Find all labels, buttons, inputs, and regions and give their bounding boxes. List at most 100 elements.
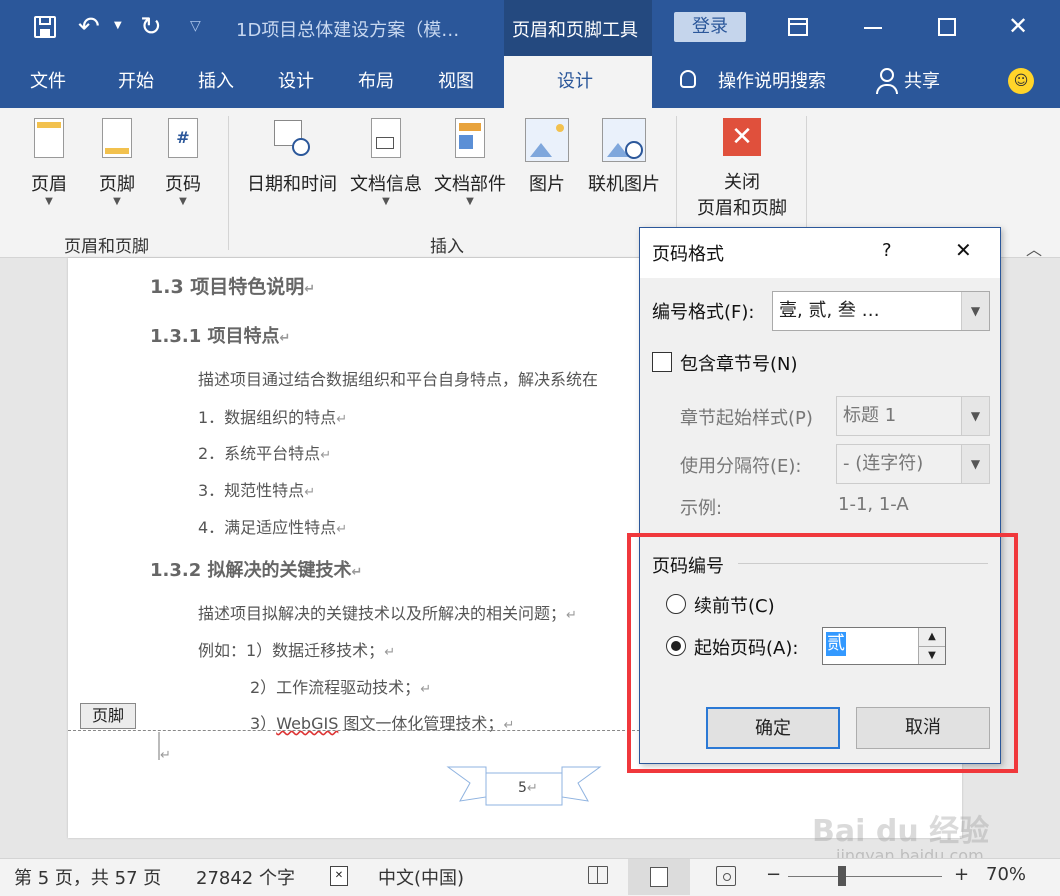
page-number-icon: #	[168, 118, 198, 158]
baidu-watermark-line1: Bai du 经验	[812, 814, 990, 849]
close-hf-label-1: 关闭	[724, 172, 760, 193]
chevron-down-icon: ▼	[382, 196, 390, 207]
group-label-header-footer: 页眉和页脚	[64, 237, 149, 257]
paragraph-text: 描述项目拟解决的关键技术以及所解决的相关问题；	[198, 604, 567, 623]
help-icon[interactable]: ?	[882, 240, 892, 261]
status-language[interactable]: 中文(中国)	[378, 864, 464, 890]
paragraph-mark: ↵	[304, 282, 316, 297]
quick-parts-label: 文档部件	[434, 174, 506, 195]
number-format-label: 编号格式(F):	[652, 302, 755, 323]
tab-insert[interactable]: 插入	[198, 56, 234, 108]
picture-button[interactable]: 图片	[522, 118, 572, 196]
chevron-down-icon: ▼	[961, 397, 989, 435]
web-layout-icon[interactable]	[716, 866, 736, 886]
tab-home[interactable]: 开始	[118, 56, 154, 108]
highlight-box	[627, 533, 1018, 773]
paragraph-mark: ↵	[320, 448, 332, 463]
list-item[interactable]: 2．系统平台特点↵	[198, 440, 331, 464]
redo-icon[interactable]: ↻	[140, 12, 162, 42]
heading-1-3-2[interactable]: 1.3.2 拟解决的关键技术↵	[150, 556, 362, 582]
include-chapter-label[interactable]: 包含章节号(N)	[680, 350, 798, 376]
status-page[interactable]: 第 5 页，共 57 页	[14, 864, 161, 890]
smiley-icon[interactable]: ☺	[1008, 68, 1034, 94]
list-item[interactable]: 4．满足适应性特点↵	[198, 514, 347, 538]
undo-icon[interactable]: ↶	[78, 12, 100, 42]
proofing-icon[interactable]: ✕	[330, 866, 348, 886]
chevron-down-icon: ▼	[179, 196, 187, 207]
date-time-button[interactable]: 日期和时间	[244, 118, 340, 196]
paragraph-text: 例如：1）数据迁移技术；	[198, 641, 385, 660]
doc-info-icon	[371, 118, 401, 158]
list-item[interactable]: 3．规范性特点↵	[198, 477, 315, 501]
tab-file[interactable]: 文件	[30, 56, 66, 108]
zoom-slider-thumb[interactable]	[838, 866, 846, 886]
calendar-clock-icon	[274, 118, 310, 158]
collapse-ribbon-icon[interactable]: ︿	[1026, 236, 1042, 260]
tab-layout[interactable]: 布局	[358, 56, 394, 108]
example-value: 1-1, 1-A	[838, 494, 909, 515]
save-icon[interactable]	[34, 16, 56, 38]
lightbulb-icon[interactable]	[680, 70, 696, 88]
zoom-level[interactable]: 70%	[986, 864, 1026, 885]
list-text: 4．满足适应性特点	[198, 518, 337, 537]
ribbon-display-options-icon[interactable]	[788, 18, 808, 36]
ribbon-divider	[228, 116, 229, 250]
share-button[interactable]: 共享	[904, 56, 940, 108]
read-mode-icon[interactable]	[588, 866, 608, 884]
example-label: 示例:	[680, 498, 723, 519]
paragraph[interactable]: 2）工作流程驱动技术；↵	[250, 674, 431, 698]
chapter-style-select[interactable]: 标题 1 ▼	[836, 396, 990, 436]
maximize-icon[interactable]	[938, 18, 956, 36]
document-title: 1D项目总体建设方案（模…	[236, 20, 460, 41]
login-button[interactable]: 登录	[674, 12, 746, 42]
close-header-footer-button[interactable]: ✕ 关闭 页眉和页脚	[688, 118, 796, 220]
footer-page-number[interactable]: 5↵	[518, 780, 538, 796]
zoom-slider-track[interactable]	[788, 876, 942, 877]
paragraph-mark: ↵	[336, 412, 348, 427]
chevron-down-icon: ▼	[466, 196, 474, 207]
dialog-title: 页码格式	[652, 244, 724, 265]
undo-dropdown-icon[interactable]: ▼	[114, 20, 122, 31]
tab-view[interactable]: 视图	[438, 56, 474, 108]
chapter-style-label: 章节起始样式(P)	[680, 408, 813, 429]
zoom-out-button[interactable]: −	[766, 864, 781, 885]
page-number-label: 页码	[165, 174, 201, 195]
header-footer-tools-label: 页眉和页脚工具	[512, 20, 638, 41]
footer-tag: 页脚	[80, 703, 136, 729]
zoom-in-button[interactable]: +	[954, 864, 969, 885]
date-time-label: 日期和时间	[247, 174, 337, 195]
status-word-count[interactable]: 27842 个字	[196, 864, 295, 890]
separator-value: - (连字符)	[843, 453, 924, 474]
paragraph[interactable]: 描述项目通过结合数据组织和平台自身特点，解决系统在	[198, 366, 598, 390]
paragraph[interactable]: 例如：1）数据迁移技术；↵	[198, 637, 395, 661]
header-icon	[34, 118, 64, 158]
include-chapter-checkbox[interactable]	[652, 352, 672, 372]
customize-toolbar-icon[interactable]: ▽	[190, 18, 201, 34]
search-tell-me[interactable]: 操作说明搜索	[718, 56, 826, 108]
tab-hf-design-label: 设计	[557, 71, 593, 92]
paragraph-text: 2）工作流程驱动技术；	[250, 678, 421, 697]
minimize-icon[interactable]	[864, 27, 882, 29]
picture-label: 图片	[529, 174, 565, 195]
print-layout-icon[interactable]	[628, 859, 690, 895]
paragraph-mark: ↵	[279, 331, 291, 346]
page-number-button[interactable]: # 页码 ▼	[158, 118, 208, 207]
quick-parts-button[interactable]: 文档部件 ▼	[430, 118, 510, 207]
online-picture-button[interactable]: 联机图片	[584, 118, 664, 196]
close-icon[interactable]: ✕	[955, 238, 972, 262]
footer-boundary-line	[68, 730, 640, 731]
paragraph[interactable]: 描述项目拟解决的关键技术以及所解决的相关问题；↵	[198, 600, 577, 624]
doc-info-button[interactable]: 文档信息 ▼	[346, 118, 426, 207]
tab-design[interactable]: 设计	[278, 56, 314, 108]
heading-1-3-1[interactable]: 1.3.1 项目特点↵	[150, 322, 290, 348]
list-text: 2．系统平台特点	[198, 444, 321, 463]
heading-1-3[interactable]: 1.3 项目特色说明↵	[150, 272, 315, 299]
number-format-select[interactable]: 壹, 贰, 叁 … ▼	[772, 291, 990, 331]
list-item[interactable]: 1．数据组织的特点↵	[198, 404, 347, 428]
header-button[interactable]: 页眉 ▼	[24, 118, 74, 207]
separator-select[interactable]: - (连字符) ▼	[836, 444, 990, 484]
list-text: 3．规范性特点	[198, 481, 305, 500]
footer-button[interactable]: 页脚 ▼	[92, 118, 142, 207]
user-icon[interactable]	[880, 68, 894, 82]
close-window-icon[interactable]: ✕	[1008, 12, 1028, 40]
